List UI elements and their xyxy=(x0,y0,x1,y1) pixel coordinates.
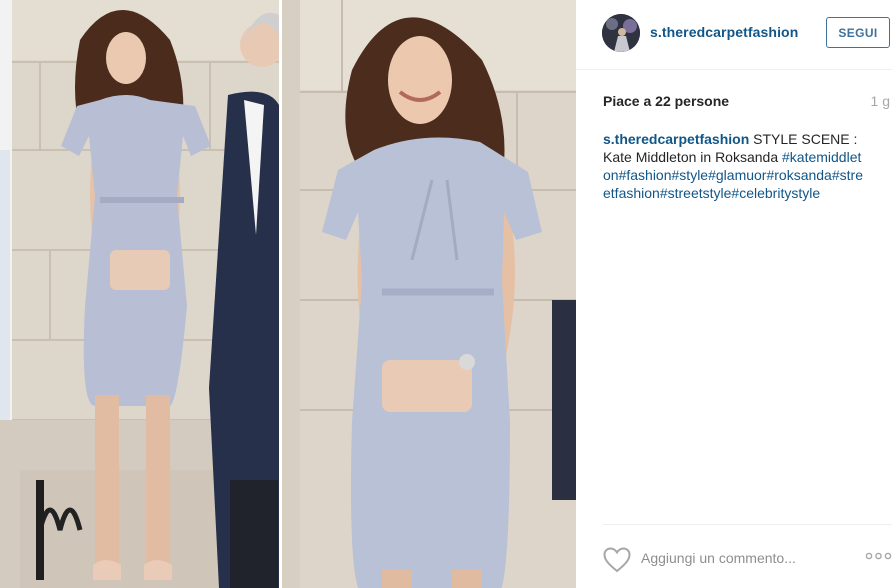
post-footer xyxy=(603,524,892,588)
avatar[interactable] xyxy=(602,14,640,52)
hashtag-link[interactable]: #streetstyle xyxy=(660,185,732,201)
like-button[interactable] xyxy=(603,547,631,573)
comment-input[interactable] xyxy=(641,547,841,569)
likes-count[interactable]: Piace a 22 persone xyxy=(603,93,729,109)
post-header: s.theredcarpetfashion SEGUI xyxy=(576,0,892,70)
follow-button[interactable]: SEGUI xyxy=(826,17,890,48)
post-photo[interactable] xyxy=(0,0,576,588)
hashtag-link[interactable]: #style xyxy=(672,167,709,183)
more-options-button[interactable] xyxy=(865,549,892,563)
photo-panel-left xyxy=(0,0,279,588)
heart-outline-icon xyxy=(603,547,631,573)
hashtag-link[interactable]: #celebritystyle xyxy=(731,185,820,201)
post-caption: s.theredcarpetfashion STYLE SCENE : Kate… xyxy=(603,130,865,202)
more-options-icon xyxy=(865,552,892,560)
post-timestamp[interactable]: 1 g xyxy=(871,93,890,109)
avatar-image-icon xyxy=(602,14,640,52)
photo-panel-right xyxy=(282,0,576,588)
caption-username-link[interactable]: s.theredcarpetfashion xyxy=(603,131,749,147)
hashtag-link[interactable]: #fashion xyxy=(619,167,672,183)
photo-left-illustration xyxy=(0,0,279,588)
post-sidebar: s.theredcarpetfashion SEGUI Piace a 22 p… xyxy=(576,0,892,588)
hashtag-link[interactable]: #glamuor xyxy=(708,167,766,183)
hashtag-link[interactable]: #roksanda xyxy=(766,167,831,183)
photo-right-illustration xyxy=(282,0,576,588)
header-username-link[interactable]: s.theredcarpetfashion xyxy=(650,24,798,40)
